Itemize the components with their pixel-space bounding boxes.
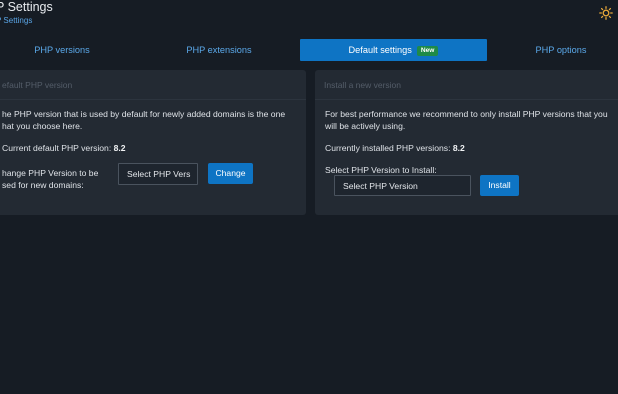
breadcrumb[interactable]: P Settings <box>0 16 32 25</box>
default-php-card: efault PHP version he PHP version that i… <box>0 70 306 215</box>
default-php-description-line2: hat you choose here. <box>2 121 83 131</box>
default-php-card-title: efault PHP version <box>2 80 73 90</box>
install-php-card-title: Install a new version <box>324 80 402 90</box>
change-version-label-line1: hange PHP Version to be <box>2 168 99 178</box>
install-php-card: Install a new version For best performan… <box>315 70 618 215</box>
change-version-label-line2: sed for new domains: <box>2 180 84 190</box>
tab-php-versions[interactable]: PHP versions <box>0 39 124 61</box>
installed-versions-value: 8.2 <box>452 143 465 153</box>
install-select-label: Select PHP Version to Install: <box>325 165 437 175</box>
new-badge: New <box>416 46 439 56</box>
current-default-version-label: Current default PHP version: <box>2 143 112 153</box>
tab-default-settings-label: Default settings <box>348 45 412 55</box>
current-default-version: Current default PHP version: 8.2 <box>2 143 126 153</box>
install-button[interactable]: Install <box>480 175 519 196</box>
default-php-card-header: efault PHP version <box>0 70 306 100</box>
current-default-version-value: 8.2 <box>113 143 126 153</box>
tab-php-options[interactable]: PHP options <box>502 39 618 61</box>
installed-versions: Currently installed PHP versions: 8.2 <box>325 143 465 153</box>
page-title: P Settings <box>0 0 53 14</box>
install-php-description-line1: For best performance we recommend to onl… <box>325 109 608 119</box>
install-php-card-header: Install a new version <box>315 70 618 100</box>
installed-versions-label: Currently installed PHP versions: <box>325 143 451 153</box>
install-php-version-select[interactable]: Select PHP Version <box>334 175 471 196</box>
tab-default-settings[interactable]: Default settings New <box>300 39 487 61</box>
sun-icon[interactable] <box>599 6 613 20</box>
default-php-description-line1: he PHP version that is used by default f… <box>2 109 286 119</box>
tab-php-extensions[interactable]: PHP extensions <box>150 39 288 61</box>
default-php-version-select[interactable]: Select PHP Vers <box>118 163 198 185</box>
install-php-description-line2: will be actively using. <box>325 121 406 131</box>
change-button[interactable]: Change <box>208 163 253 184</box>
